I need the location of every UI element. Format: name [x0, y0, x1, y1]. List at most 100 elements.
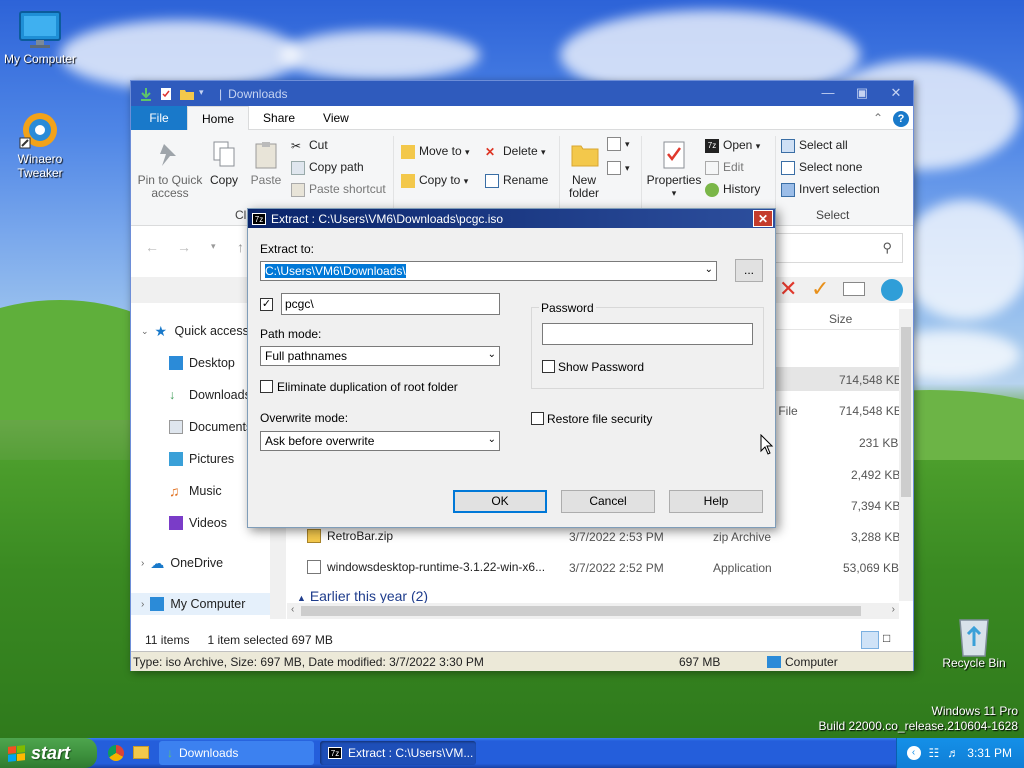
- volume-icon[interactable]: ♬: [947, 746, 959, 760]
- details-view-icon[interactable]: [861, 631, 879, 649]
- tab-home[interactable]: Home: [187, 105, 250, 130]
- horizontal-scrollbar[interactable]: ‹ ›: [287, 603, 899, 619]
- start-button[interactable]: start: [0, 738, 97, 768]
- column-header-size[interactable]: Size: [829, 312, 852, 326]
- easy-access-button[interactable]: ▾: [607, 160, 630, 175]
- desktop-icon-my-computer[interactable]: My Computer: [0, 10, 80, 66]
- nav-videos[interactable]: Videos: [169, 516, 227, 530]
- copy-to-icon: [401, 173, 415, 188]
- maximize-button[interactable]: ▣: [845, 81, 879, 105]
- copy-path-button[interactable]: Copy path: [291, 160, 364, 175]
- file-size: 2,492 KB: [851, 468, 901, 482]
- copy-button[interactable]: Copy: [207, 140, 241, 187]
- tab-file[interactable]: File: [131, 105, 187, 130]
- tab-view[interactable]: View: [309, 106, 363, 130]
- folder-icon: [570, 140, 599, 170]
- ok-button[interactable]: OK: [453, 490, 547, 513]
- properties-button[interactable]: Properties ▾: [645, 140, 703, 200]
- scrollbar-thumb[interactable]: [901, 327, 911, 497]
- properties-qa-icon[interactable]: [159, 87, 173, 101]
- minimize-button[interactable]: —: [811, 81, 845, 105]
- dialog-close-button[interactable]: ✕: [753, 210, 773, 227]
- explorer-icon[interactable]: [133, 746, 149, 759]
- back-arrow-icon[interactable]: ←: [145, 239, 159, 255]
- delete-button[interactable]: ✕ Delete ▾: [485, 144, 546, 159]
- chevron-down-icon: ▾: [541, 147, 546, 157]
- desktop-icon-winaero-tweaker[interactable]: Winaero Tweaker: [0, 110, 80, 180]
- overwrite-mode-select[interactable]: Ask before overwrite ⌄: [260, 431, 500, 451]
- nav-pictures[interactable]: Pictures: [169, 452, 234, 466]
- select-none-button[interactable]: Select none: [781, 160, 862, 175]
- move-to-button[interactable]: Move to ▾: [401, 144, 470, 159]
- chrome-icon[interactable]: [108, 745, 124, 761]
- chevron-up-icon: ▲: [297, 593, 306, 603]
- new-item-icon: [607, 136, 621, 151]
- nav-documents[interactable]: Documents: [169, 420, 252, 434]
- new-folder-button[interactable]: New folder: [565, 140, 603, 200]
- path-mode-select[interactable]: Full pathnames ⌄: [260, 346, 500, 366]
- tab-share[interactable]: Share: [249, 106, 309, 130]
- file-row[interactable]: windowsdesktop-runtime-3.1.22-win-x6...: [307, 560, 545, 574]
- cut-button[interactable]: ✂ Cut: [291, 138, 328, 153]
- restore-security-checkbox[interactable]: [531, 412, 544, 425]
- cancel-x-icon[interactable]: ✕: [779, 277, 797, 301]
- rename-button[interactable]: Rename: [485, 173, 548, 188]
- desktop-icon-recycle-bin[interactable]: Recycle Bin: [934, 614, 1014, 670]
- search-box[interactable]: ⚲: [773, 233, 903, 263]
- taskbar-button-downloads[interactable]: ↓ Downloads: [159, 741, 314, 765]
- browse-button[interactable]: ...: [735, 259, 763, 282]
- file-row[interactable]: RetroBar.zip: [307, 529, 393, 543]
- forward-arrow-icon[interactable]: →: [177, 239, 191, 255]
- extract-to-combo[interactable]: C:\Users\VM6\Downloads\ ⌄: [260, 261, 717, 281]
- nav-quick-access[interactable]: ⌄ ★ Quick access: [141, 324, 249, 338]
- recent-chevron-icon[interactable]: ▾: [211, 241, 216, 252]
- password-input[interactable]: [542, 323, 753, 345]
- pin-to-quick-access-button[interactable]: Pin to Quick access: [137, 140, 203, 200]
- invert-selection-icon: [781, 182, 795, 197]
- hscrollbar-thumb[interactable]: [301, 606, 861, 616]
- nav-my-computer[interactable]: › My Computer: [131, 593, 270, 615]
- details-status-bar: Type: iso Archive, Size: 697 MB, Date mo…: [131, 651, 913, 671]
- tray-expand-icon[interactable]: ‹: [906, 746, 921, 760]
- taskbar-button-extract[interactable]: 7z Extract : C:\Users\VM...: [320, 741, 476, 765]
- group-header[interactable]: ▲ Earlier this year (2): [297, 588, 428, 604]
- status-size: 697 MB: [679, 655, 721, 669]
- nav-downloads[interactable]: ↓ Downloads: [169, 388, 251, 402]
- help-icon[interactable]: ?: [889, 106, 913, 130]
- large-icons-view-icon[interactable]: □: [883, 631, 901, 649]
- up-arrow-icon[interactable]: ↑: [237, 239, 244, 255]
- help-button[interactable]: Help: [669, 490, 763, 513]
- paste-button[interactable]: Paste: [247, 140, 285, 187]
- collapse-ribbon-icon[interactable]: ⌃: [867, 106, 889, 130]
- network-icon[interactable]: ☷: [929, 746, 940, 760]
- nav-onedrive[interactable]: › ☁ OneDrive: [141, 556, 223, 570]
- history-button[interactable]: History: [705, 182, 760, 197]
- copy-to-button[interactable]: Copy to ▾: [401, 173, 468, 188]
- envelope-icon[interactable]: [843, 282, 865, 296]
- new-folder-qa-icon[interactable]: [179, 87, 194, 101]
- explorer-title: Downloads: [228, 86, 288, 101]
- show-password-label: Show Password: [558, 360, 645, 374]
- status-location-label: Computer: [785, 655, 838, 669]
- nav-music[interactable]: ♫ Music: [169, 484, 222, 498]
- globe-icon[interactable]: [881, 279, 903, 301]
- path-mode-label: Path mode:: [260, 327, 322, 341]
- invert-selection-button[interactable]: Invert selection: [781, 182, 880, 197]
- new-item-button[interactable]: ▾: [607, 136, 630, 151]
- clock[interactable]: 3:31 PM: [967, 746, 1012, 760]
- edit-button[interactable]: Edit: [705, 160, 744, 175]
- subfolder-input[interactable]: pcgc\: [281, 293, 500, 315]
- vertical-scrollbar[interactable]: [899, 309, 913, 601]
- check-icon[interactable]: ✓: [811, 277, 829, 301]
- show-password-checkbox[interactable]: [542, 360, 555, 373]
- cut-label: Cut: [309, 138, 328, 152]
- subfolder-checkbox[interactable]: ✓: [260, 298, 273, 311]
- open-button[interactable]: 7z Open ▾: [705, 138, 760, 153]
- paste-shortcut-button[interactable]: Paste shortcut: [291, 182, 386, 197]
- nav-desktop[interactable]: Desktop: [169, 356, 235, 370]
- cancel-button[interactable]: Cancel: [561, 490, 655, 513]
- close-button[interactable]: ✕: [879, 81, 913, 105]
- select-all-button[interactable]: Select all: [781, 138, 848, 153]
- chevron-down-icon[interactable]: ▾: [199, 87, 213, 101]
- eliminate-duplication-checkbox[interactable]: [260, 380, 273, 393]
